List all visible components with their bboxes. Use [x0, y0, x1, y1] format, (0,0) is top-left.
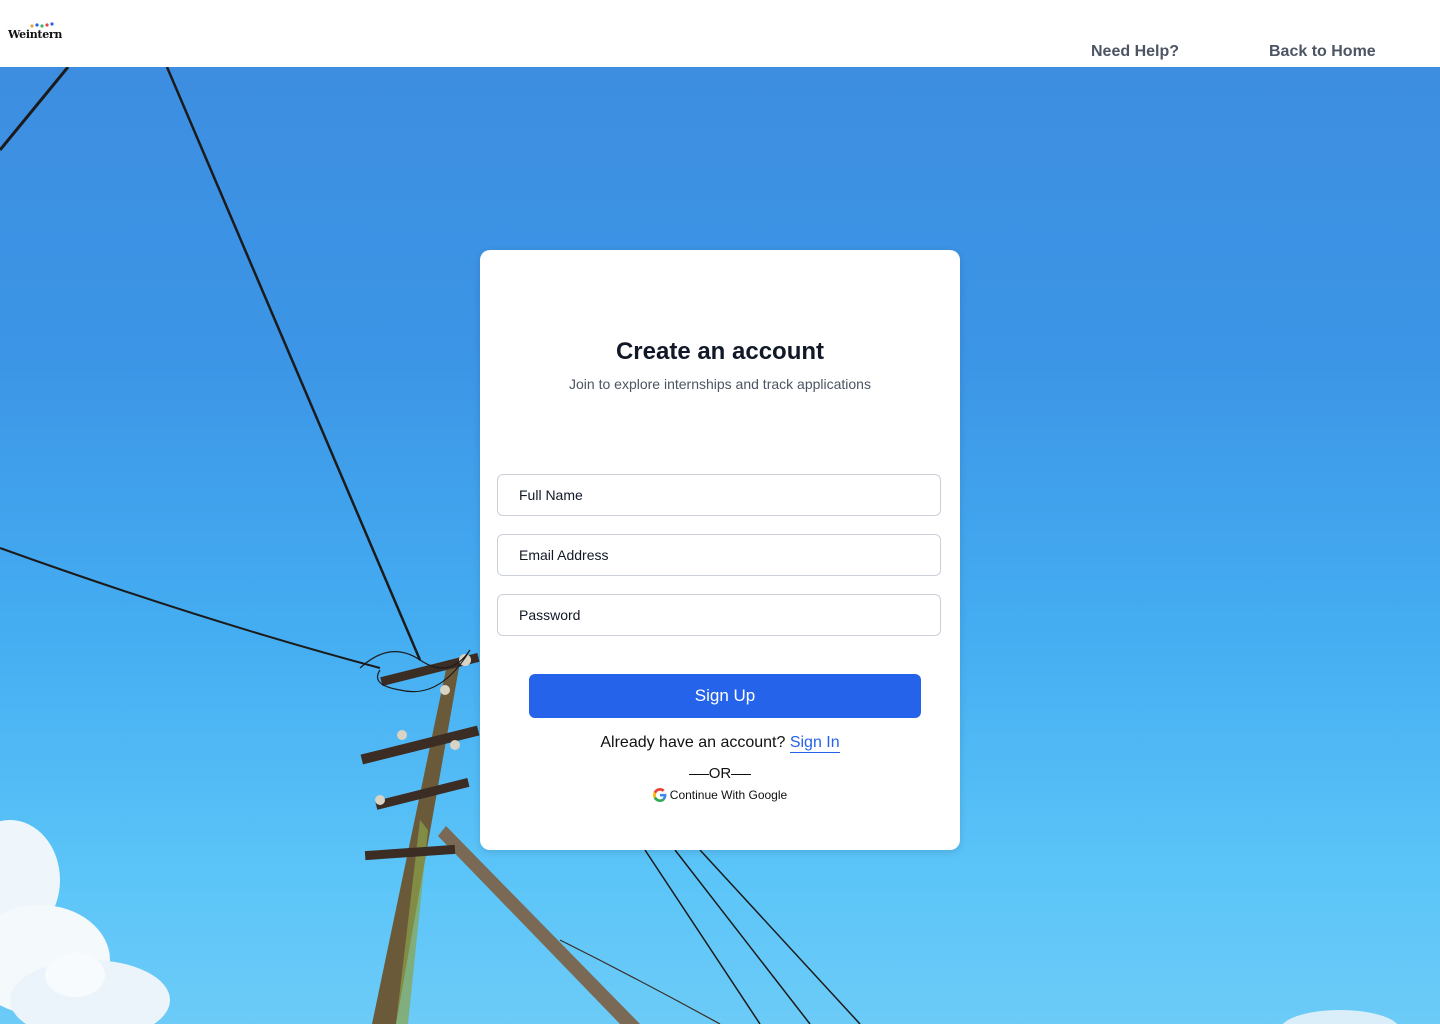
or-label: OR — [708, 765, 732, 782]
signin-prompt: Already have an account? — [600, 734, 786, 751]
google-label: Continue With Google — [669, 788, 788, 802]
or-divider: OR — [480, 765, 960, 782]
sign-up-button[interactable]: Sign Up — [529, 674, 921, 718]
top-header: Weintern Need Help? Back to Home — [0, 0, 1440, 67]
page-subtitle: Join to explore internships and track ap… — [569, 376, 871, 392]
logo[interactable]: Weintern — [8, 22, 64, 42]
continue-with-google-button[interactable]: Continue With Google — [480, 788, 960, 802]
logo-text: Weintern — [8, 28, 63, 41]
signup-card: Create an account Join to explore intern… — [480, 250, 960, 850]
back-to-home-link[interactable]: Back to Home — [1269, 43, 1376, 61]
password-input[interactable] — [497, 594, 941, 636]
divider-line-left — [688, 773, 709, 775]
divider-line-right — [731, 773, 752, 775]
page-title: Create an account — [615, 338, 825, 365]
need-help-link[interactable]: Need Help? — [1091, 43, 1179, 61]
google-icon — [652, 788, 667, 802]
sign-in-link[interactable]: Sign In — [789, 734, 840, 753]
signin-row: Already have an account? Sign In — [480, 734, 960, 753]
full-name-input[interactable] — [497, 474, 941, 516]
email-input[interactable] — [497, 534, 941, 576]
